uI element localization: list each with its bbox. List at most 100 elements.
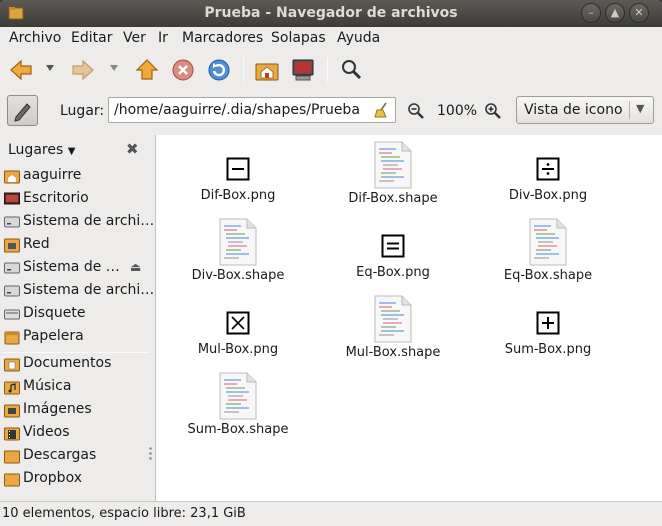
sidebar-item-label: aaguirre xyxy=(23,167,82,183)
file-name: Dif-Box.shape xyxy=(348,191,438,206)
sidebar-item-label: Escritorio xyxy=(23,190,89,206)
pictures-folder-icon xyxy=(4,404,20,418)
menu-ir[interactable]: Ir xyxy=(158,30,168,46)
sidebar-item-red[interactable]: Red xyxy=(3,234,151,256)
eject-icon[interactable]: ⏏ xyxy=(130,260,141,274)
file-item[interactable]: Dif-Box.shape xyxy=(323,141,463,206)
sidebar-header[interactable]: Lugares ▼ xyxy=(8,142,75,158)
back-arrow-icon xyxy=(10,59,32,81)
toggle-location-entry-button[interactable] xyxy=(7,95,38,126)
file-item[interactable]: Div-Box.shape xyxy=(168,218,308,283)
sidebar-item-label: Videos xyxy=(23,424,70,440)
sidebar-item-imagenes[interactable]: Imágenes xyxy=(3,399,151,421)
file-name: Eq-Box.shape xyxy=(503,268,593,283)
view-mode-select[interactable]: Vista de icono ▼ xyxy=(516,96,654,124)
back-history-dropdown[interactable] xyxy=(44,62,56,88)
sidebar-item-label: Dropbox xyxy=(23,470,82,486)
plus-box-image-icon xyxy=(536,311,560,335)
toolbar-separator xyxy=(243,58,244,82)
sidebar-item-videos[interactable]: Videos xyxy=(3,422,151,444)
computer-button[interactable] xyxy=(290,57,316,83)
forward-button[interactable] xyxy=(70,57,96,83)
up-button[interactable] xyxy=(134,57,160,83)
toolbar xyxy=(0,50,662,90)
location-path[interactable]: /home/aaguirre/.dia/shapes/Prueba xyxy=(114,102,360,118)
sidebar-item-papelera[interactable]: Papelera xyxy=(3,326,151,348)
pencil-icon xyxy=(14,103,31,122)
file-item[interactable]: Eq-Box.shape xyxy=(478,218,618,283)
reload-button[interactable] xyxy=(206,57,232,83)
zoom-in-icon[interactable] xyxy=(484,102,502,120)
sidebar-header-label: Lugares xyxy=(8,142,64,158)
file-item[interactable]: Mul-Box.png xyxy=(168,311,308,357)
text-document-icon xyxy=(219,218,257,266)
home-button[interactable] xyxy=(254,57,280,83)
file-item[interactable]: Sum-Box.png xyxy=(478,311,618,357)
menu-editar[interactable]: Editar xyxy=(71,30,112,46)
file-name: Mul-Box.png xyxy=(197,342,279,357)
menu-bar: Archivo Editar Ver Ir Marcadores Solapas… xyxy=(0,27,662,50)
sidebar-item-escritorio[interactable]: Escritorio xyxy=(3,188,151,210)
clear-broom-icon[interactable] xyxy=(372,101,390,119)
sidebar-item-musica[interactable]: Música xyxy=(3,376,151,398)
menu-solapas[interactable]: Solapas xyxy=(271,30,326,46)
sidebar-item-label: Imágenes xyxy=(23,401,92,417)
menu-archivo[interactable]: Archivo xyxy=(9,30,61,46)
forward-history-dropdown[interactable] xyxy=(108,62,120,88)
desktop-icon xyxy=(4,192,20,205)
file-name: Eq-Box.png xyxy=(356,265,430,280)
reload-icon xyxy=(208,59,230,81)
location-input[interactable]: /home/aaguirre/.dia/shapes/Prueba xyxy=(108,97,396,123)
file-item[interactable]: Dif-Box.png xyxy=(168,157,308,203)
zoom-out-icon[interactable] xyxy=(407,102,425,120)
file-name: Div-Box.png xyxy=(508,188,588,203)
sidebar-item-filesystem[interactable]: Sistema de archi… xyxy=(3,211,154,233)
sidebar-item-documentos[interactable]: Documentos xyxy=(3,353,151,375)
location-bar: Lugar: /home/aaguirre/.dia/shapes/Prueba… xyxy=(0,90,662,132)
sidebar-item-label: Sistema de archi… xyxy=(23,282,155,298)
videos-folder-icon xyxy=(4,427,20,441)
sidebar-item-label: Disquete xyxy=(23,305,86,321)
file-name: Mul-Box.shape xyxy=(345,345,441,360)
menu-ver[interactable]: Ver xyxy=(123,30,146,46)
forward-arrow-icon xyxy=(72,59,94,81)
sidebar-item-volume[interactable]: Sistema de … ⏏ xyxy=(3,257,151,279)
sidebar-item-descargas[interactable]: Descargas xyxy=(3,445,151,467)
title-bar[interactable]: Prueba - Navegador de archivos – ▲ ✕ xyxy=(0,0,662,27)
file-item[interactable]: Mul-Box.shape xyxy=(323,295,463,360)
sidebar-item-filesystem-2[interactable]: Sistema de archi… xyxy=(3,280,155,302)
file-name: Sum-Box.png xyxy=(504,342,592,357)
sidebar-item-label: Sistema de … xyxy=(23,259,120,275)
toolbar-separator xyxy=(327,58,328,82)
sidebar-item-label: Documentos xyxy=(23,355,112,371)
music-folder-icon xyxy=(4,381,20,395)
sidebar-item-label: Música xyxy=(23,378,72,394)
menu-marcadores[interactable]: Marcadores xyxy=(182,30,263,46)
file-item[interactable]: Sum-Box.shape xyxy=(168,372,308,437)
sidebar-item-disquete[interactable]: Disquete xyxy=(3,303,151,325)
file-manager-window: Prueba - Navegador de archivos – ▲ ✕ Arc… xyxy=(0,0,662,526)
back-button[interactable] xyxy=(8,57,34,83)
icon-view[interactable]: Dif-Box.png Dif-Box.shape Div-Box.png Di… xyxy=(155,135,662,501)
maximize-button[interactable]: ▲ xyxy=(605,3,625,23)
zoom-level[interactable]: 100% xyxy=(437,103,477,119)
search-button[interactable] xyxy=(338,57,364,83)
text-document-icon xyxy=(529,218,567,266)
close-window-button[interactable]: ✕ xyxy=(629,3,649,23)
sidebar-item-aaguirre[interactable]: aaguirre xyxy=(3,165,151,187)
minimize-button[interactable]: – xyxy=(581,3,601,23)
sidebar-item-label: Red xyxy=(23,236,50,252)
text-document-icon xyxy=(374,295,412,343)
computer-icon xyxy=(292,59,314,81)
times-box-image-icon xyxy=(226,311,250,335)
floppy-icon xyxy=(4,309,20,320)
file-item[interactable]: Eq-Box.png xyxy=(323,234,463,280)
equals-box-image-icon xyxy=(381,234,405,258)
close-sidebar-icon[interactable]: ✖ xyxy=(126,140,139,158)
sidebar-item-dropbox[interactable]: Dropbox xyxy=(3,468,151,490)
menu-ayuda[interactable]: Ayuda xyxy=(337,30,380,46)
stop-button[interactable] xyxy=(170,57,196,83)
chevron-down-icon xyxy=(110,65,118,71)
file-item[interactable]: Div-Box.png xyxy=(478,157,618,203)
places-sidebar: Lugares ▼ ✖ aaguirre Escritorio Sistema … xyxy=(0,135,155,501)
